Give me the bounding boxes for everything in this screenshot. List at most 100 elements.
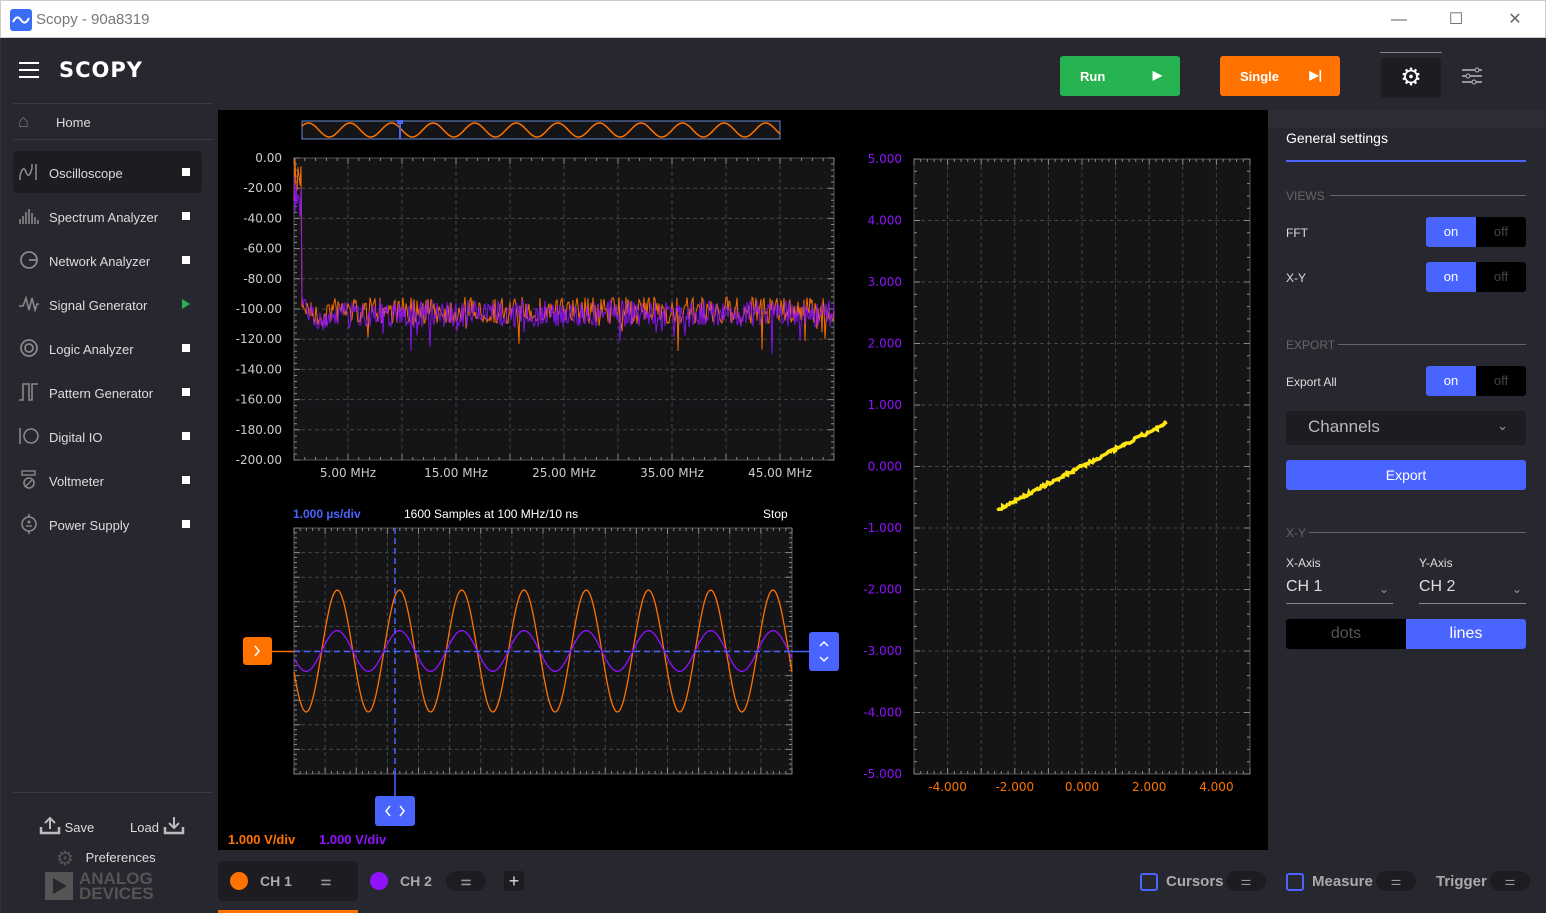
plot-style-toggle[interactable]: dots lines (1286, 619, 1526, 649)
toggle-off[interactable]: off (1476, 217, 1526, 247)
run-button[interactable]: Run ▶ (1060, 56, 1180, 96)
measure-checkbox[interactable] (1286, 873, 1304, 891)
single-button[interactable]: Single ▶| (1220, 56, 1340, 96)
save-button[interactable]: Save (39, 815, 94, 835)
sidebar-item-oscilloscope[interactable]: Oscilloscope (13, 151, 202, 193)
sidebar-item-label: Pattern Generator (49, 386, 154, 401)
xy-ytick-label: -3.000 (863, 644, 902, 658)
sidebar-item-signal-generator[interactable]: Signal Generator (13, 283, 202, 325)
menu-icon[interactable] (19, 62, 39, 78)
sidebar-item-label: Network Analyzer (49, 254, 151, 269)
overview-position-handle (397, 120, 403, 124)
ch2-settings-button[interactable]: ⚌ (446, 871, 486, 891)
xy-ytick-label: 3.000 (868, 275, 902, 289)
spectrum-icon (18, 206, 40, 226)
general-settings-button[interactable]: ⚙ (1381, 58, 1441, 98)
trigger-label[interactable]: Trigger (1436, 873, 1487, 890)
samples-info: 1600 Samples at 100 MHz/10 ns (404, 507, 579, 521)
timebase-label[interactable]: 1.000 µs/div (293, 507, 361, 521)
fft-xtick-label: 15.00 MHz (424, 466, 488, 480)
sidebar-item-pattern-generator[interactable]: Pattern Generator (13, 371, 202, 413)
y-axis-value: CH 2 (1419, 578, 1456, 595)
trigger-settings-button[interactable]: ⚌ (1490, 871, 1530, 891)
sidebar-item-home[interactable]: ⌂ Home (13, 108, 213, 138)
plots-canvas: 0.00 -20.00 -40.00 -60.00 -80.00 -100.00 -120.… (236, 120, 1251, 826)
ch2-scale-label[interactable]: 1.000 V/div (319, 832, 386, 847)
plot-area: 0.00 -20.00 -40.00 -60.00 -80.00 -100.00 -120.… (218, 110, 1268, 850)
sidebar-item-label: Oscilloscope (49, 166, 123, 181)
sidebar-item-voltmeter[interactable]: Voltmeter (13, 459, 202, 501)
preferences-button[interactable]: ⚙ Preferences (56, 846, 156, 871)
stopped-icon (182, 256, 190, 264)
sidebar-item-digital-io[interactable]: Digital IO (13, 415, 202, 457)
fft-toggle[interactable]: on off (1426, 217, 1526, 247)
export-all-toggle[interactable]: on off (1426, 366, 1526, 396)
toggle-off[interactable]: off (1476, 262, 1526, 292)
cursors-settings-button[interactable]: ⚌ (1226, 871, 1266, 891)
channels-dropdown[interactable]: Channels ⌄ (1286, 411, 1526, 445)
sidebar-item-label: Spectrum Analyzer (49, 210, 159, 225)
brand-logo: SCOPY (59, 58, 143, 82)
sliders-icon (1462, 67, 1482, 85)
vendor-line2: DEVICES (79, 884, 154, 903)
add-channel-button[interactable]: + (504, 871, 524, 891)
single-label: Single (1240, 69, 1280, 84)
top-toolbar (218, 38, 1546, 110)
measure-label[interactable]: Measure (1312, 873, 1373, 890)
xy-toggle[interactable]: on off (1426, 262, 1526, 292)
toggle-on[interactable]: on (1426, 262, 1476, 292)
stopped-icon (182, 212, 190, 220)
channel-settings-button[interactable] (1460, 66, 1486, 90)
settings-panel: General settings VIEWS FFT on off X-Y on… (1268, 110, 1546, 850)
ch1-offset-handle[interactable] (243, 637, 272, 665)
ch1-settings-button[interactable]: ⚌ (306, 871, 346, 891)
trigger-position-handle[interactable] (375, 796, 415, 826)
save-label: Save (64, 820, 95, 835)
ch1-label: CH 1 (260, 873, 292, 889)
fft-ytick-label: -120.00 (236, 332, 282, 346)
sidebar-item-power-supply[interactable]: Power Supply (13, 503, 202, 545)
channel-tab-ch1[interactable]: CH 1 ⚌ (218, 861, 358, 901)
trigger-level-handle[interactable] (809, 632, 839, 671)
sidebar-item-label: Logic Analyzer (49, 342, 134, 357)
toggle-on[interactable]: on (1426, 217, 1476, 247)
fft-ytick-label: -140.00 (236, 362, 282, 376)
minimize-button[interactable]: — (1379, 7, 1419, 33)
stopped-icon (182, 344, 190, 352)
preferences-label: Preferences (85, 849, 156, 865)
xy-ytick-label: 1.000 (868, 398, 902, 412)
gear-icon: ⚙ (1400, 64, 1422, 91)
lines-option[interactable]: lines (1406, 619, 1526, 649)
xy-xtick-label: 0.000 (1065, 780, 1099, 794)
xy-ytick-label: 5.000 (868, 152, 902, 166)
fft-xtick-label: 45.00 MHz (748, 466, 812, 480)
sidebar-item-label: Power Supply (49, 518, 130, 533)
ch1-scale-label[interactable]: 1.000 V/div (228, 832, 295, 847)
export-button[interactable]: Export (1286, 460, 1526, 490)
toggle-on[interactable]: on (1426, 366, 1476, 396)
cursors-label[interactable]: Cursors (1166, 873, 1224, 890)
close-button[interactable]: ✕ (1495, 7, 1535, 33)
dots-option[interactable]: dots (1286, 619, 1406, 649)
ch2-color-dot (370, 872, 388, 890)
chevron-down-icon: ⌄ (1497, 418, 1508, 433)
sidebar: SCOPY ⌂ Home Oscilloscope Spectrum Analy… (0, 38, 218, 913)
x-axis-dropdown[interactable]: CH 1 ⌄ (1286, 578, 1393, 604)
sidebar-item-label: Home (56, 115, 91, 130)
sidebar-item-spectrum-analyzer[interactable]: Spectrum Analyzer (13, 195, 202, 237)
digital-io-icon (18, 426, 40, 446)
sidebar-item-network-analyzer[interactable]: Network Analyzer (13, 239, 202, 281)
channel-tab-ch2[interactable]: CH 2 ⚌ (358, 861, 493, 901)
stopped-icon (182, 168, 190, 176)
load-label: Load (130, 820, 159, 835)
load-button[interactable]: Load (130, 815, 185, 835)
toggle-off[interactable]: off (1476, 366, 1526, 396)
sidebar-item-logic-analyzer[interactable]: Logic Analyzer (13, 327, 202, 369)
y-axis-dropdown[interactable]: CH 2 ⌄ (1419, 578, 1526, 604)
chevron-down-icon: ⌄ (1378, 582, 1389, 596)
xy-xtick-label: -4.000 (928, 780, 967, 794)
maximize-button[interactable]: ☐ (1436, 7, 1476, 33)
stopped-icon (182, 520, 190, 528)
measure-settings-button[interactable]: ⚌ (1376, 871, 1416, 891)
cursors-checkbox[interactable] (1140, 873, 1158, 891)
